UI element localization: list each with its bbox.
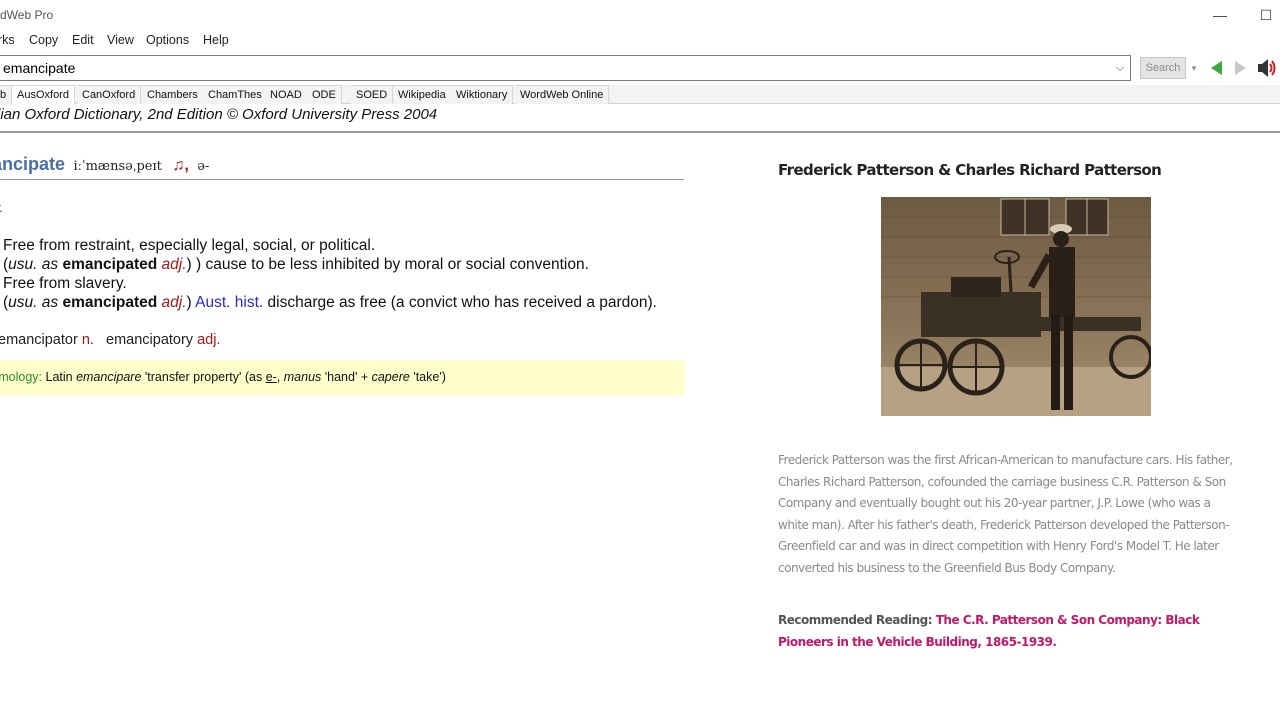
prefix-link[interactable]: e- bbox=[266, 370, 277, 384]
usage-label: usu. bbox=[8, 256, 38, 273]
sense-mid: ) bbox=[186, 294, 196, 311]
tab-wiktionary[interactable]: Wiktionary bbox=[451, 85, 514, 104]
sense-text: ) ) cause to be less inhibited by moral … bbox=[186, 256, 589, 273]
derived-form[interactable]: emancipated bbox=[62, 256, 157, 273]
tab-b[interactable]: b bbox=[0, 85, 13, 104]
maximize-button[interactable]: ☐ bbox=[1246, 4, 1280, 26]
sense-3: (usu. as emancipated adj.) Aust. hist. d… bbox=[3, 294, 657, 311]
headword-row: ancipate iːˈmænsəˌpeɪt ♫, ə- bbox=[0, 154, 684, 180]
audio-note-icon[interactable]: ♫, bbox=[172, 157, 188, 174]
tab-ausoxford[interactable]: AusOxford bbox=[12, 85, 75, 104]
derivative-word[interactable]: emancipator bbox=[0, 332, 78, 348]
etymology-label: ymology: bbox=[0, 370, 43, 384]
search-input-value: emancipate bbox=[3, 60, 76, 76]
etymology-gloss: 'transfer property' (as bbox=[141, 370, 266, 384]
etymology-manus-gloss: 'hand' + bbox=[321, 370, 372, 384]
speaker-icon[interactable] bbox=[1256, 58, 1278, 78]
tab-chamthes[interactable]: ChamThes bbox=[203, 85, 268, 104]
headword: ancipate bbox=[0, 154, 66, 174]
tab-ode[interactable]: ODE bbox=[307, 85, 342, 104]
historical-photo bbox=[881, 197, 1151, 416]
tab-chambers[interactable]: Chambers bbox=[142, 85, 204, 104]
sense-text: discharge as free (a convict who has rec… bbox=[263, 294, 657, 311]
usage-as: as bbox=[37, 294, 63, 311]
chevron-down-icon[interactable]: ⌵ bbox=[1113, 59, 1127, 77]
search-button[interactable]: Search bbox=[1140, 57, 1186, 79]
search-options-dropdown[interactable]: ▾ bbox=[1188, 59, 1200, 77]
menu-view[interactable]: View bbox=[107, 33, 134, 47]
dictionary-tabs: b AusOxford CanOxford Chambers ChamThes … bbox=[0, 85, 1280, 104]
derivatives: emancipator n. emancipatory adj. bbox=[0, 332, 220, 348]
etymology-word: emancipare bbox=[76, 370, 142, 384]
forward-arrow-icon[interactable] bbox=[1231, 58, 1249, 78]
divider bbox=[0, 131, 1280, 133]
etymology-lang: Latin bbox=[42, 370, 77, 384]
region-label: Aust. hist. bbox=[195, 294, 264, 311]
minimize-button[interactable]: — bbox=[1200, 4, 1240, 26]
tab-wordweb-online[interactable]: WordWeb Online bbox=[515, 85, 610, 104]
tab-wikipedia[interactable]: Wikipedia bbox=[393, 85, 452, 104]
menu-bookmarks[interactable]: rks bbox=[0, 33, 15, 47]
menu-edit[interactable]: Edit bbox=[72, 33, 94, 47]
etymology-comma: , bbox=[276, 370, 284, 384]
etymology-capere: capere bbox=[371, 370, 410, 384]
window-title: dWeb Pro bbox=[0, 8, 54, 22]
part-of-speech: r. bbox=[0, 200, 4, 215]
tab-noad[interactable]: NOAD bbox=[265, 85, 308, 104]
pos-tag: adj. bbox=[161, 294, 187, 311]
search-input[interactable]: emancipate ⌵ bbox=[0, 55, 1131, 81]
sense-2: Free from slavery. bbox=[3, 275, 127, 293]
etymology-capere-gloss: 'take') bbox=[409, 370, 446, 384]
dictionary-source: lian Oxford Dictionary, 2nd Edition © Ox… bbox=[0, 106, 438, 123]
etymology-text: ymology: Latin emancipare 'transfer prop… bbox=[0, 370, 446, 384]
search-row: emancipate ⌵ Search ▾ bbox=[0, 53, 1280, 85]
tab-canoxford[interactable]: CanOxford bbox=[77, 85, 142, 104]
recommended-reading: Recommended Reading: The C.R. Patterson … bbox=[778, 610, 1240, 653]
sense-text: Free from slavery. bbox=[3, 275, 127, 292]
derivative-pos: n. bbox=[81, 332, 94, 348]
etymology-manus: manus bbox=[283, 370, 322, 384]
pronunciation-alt: ə- bbox=[197, 159, 210, 174]
menu-bar: rks Copy Edit View Options Help bbox=[0, 30, 1280, 52]
usage-label: usu. bbox=[8, 294, 38, 311]
derived-form[interactable]: emancipated bbox=[62, 294, 157, 311]
title-bar: dWeb Pro — ☐ bbox=[0, 0, 1280, 30]
derivative-word[interactable]: emancipatory bbox=[106, 332, 193, 348]
sense-1: Free from restraint, especially legal, s… bbox=[3, 237, 375, 255]
derivative-pos: adj. bbox=[197, 332, 221, 348]
menu-copy[interactable]: Copy bbox=[29, 33, 58, 47]
etymology-box: ymology: Latin emancipare 'transfer prop… bbox=[0, 360, 685, 395]
panel-body: Frederick Patterson was the first Africa… bbox=[778, 453, 1233, 575]
pos-tag: adj. bbox=[161, 256, 187, 273]
pronunciation: iːˈmænsəˌpeɪt bbox=[73, 159, 162, 174]
panel-title: Frederick Patterson & Charles Richard Pa… bbox=[778, 161, 1162, 179]
sense-text: Free from restraint, especially legal, s… bbox=[3, 237, 376, 254]
reading-label: Recommended Reading: bbox=[778, 613, 936, 627]
tab-soed[interactable]: SOED bbox=[351, 85, 394, 104]
sense-1a: (usu. as emancipated adj.) ) cause to be… bbox=[3, 256, 589, 273]
menu-help[interactable]: Help bbox=[203, 33, 229, 47]
usage-as: as bbox=[37, 256, 63, 273]
back-arrow-icon[interactable] bbox=[1208, 58, 1226, 78]
menu-options[interactable]: Options bbox=[146, 33, 189, 47]
